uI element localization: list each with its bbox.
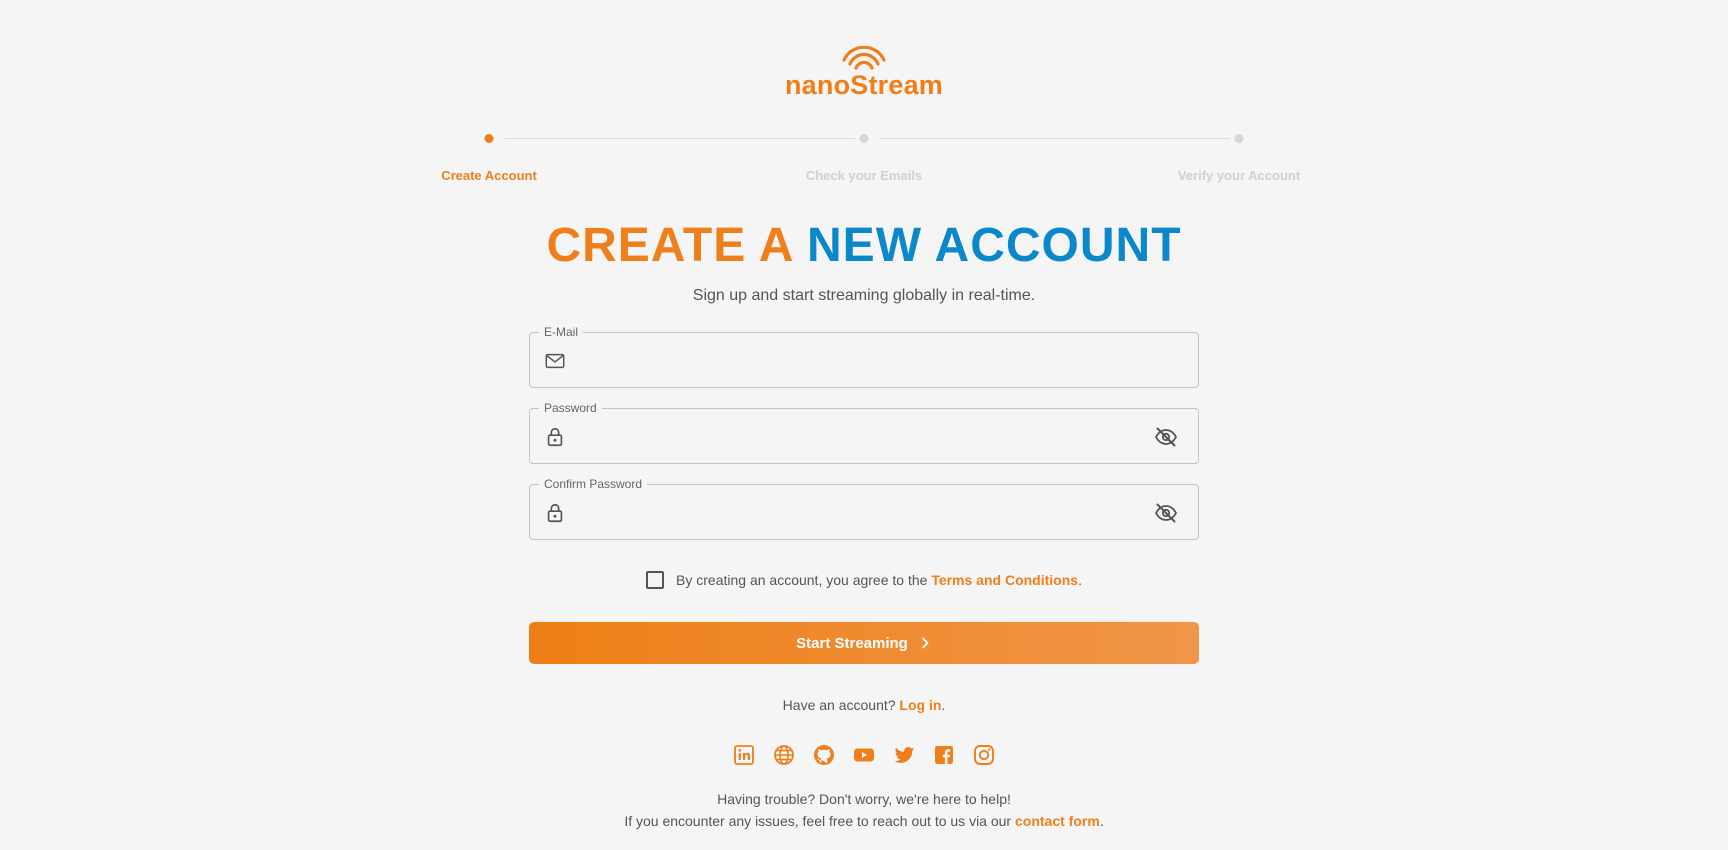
help-contact-prefix: If you encounter any issues, feel free t… <box>624 813 1015 829</box>
lock-icon <box>547 503 563 523</box>
password-input[interactable] <box>576 409 1136 463</box>
page-title-part2: NEW ACCOUNT <box>807 219 1182 272</box>
step-label-verify-account: Verify your Account <box>1177 168 1301 183</box>
brand-name: nanoStream <box>784 70 944 100</box>
signup-stepper: Create Account Check your Emails Verify … <box>0 128 1728 188</box>
terms-row: By creating an account, you agree to the… <box>0 571 1728 592</box>
start-streaming-button[interactable]: Start Streaming <box>529 622 1199 664</box>
confirm-password-input[interactable] <box>576 485 1136 539</box>
terms-prefix: By creating an account, you agree to the <box>676 572 932 588</box>
step-dot-check-emails <box>859 134 869 143</box>
page-subtitle: Sign up and start streaming globally in … <box>692 287 1036 304</box>
login-suffix: . <box>941 697 946 713</box>
twitter-icon[interactable] <box>892 743 916 767</box>
mail-icon <box>545 353 565 369</box>
login-prefix: Have an account? <box>782 697 900 713</box>
terms-link[interactable]: Terms and Conditions <box>931 572 1078 588</box>
step-connector <box>505 138 855 139</box>
step-label-create-account: Create Account <box>441 168 537 183</box>
help-contact-row: If you encounter any issues, feel free t… <box>0 813 1728 829</box>
social-links <box>0 743 1728 767</box>
email-input[interactable] <box>576 333 1136 387</box>
step-dot-verify-account <box>1234 134 1244 143</box>
brand-logo[interactable]: nanoStream <box>0 46 1728 101</box>
start-streaming-label: Start Streaming <box>796 634 908 652</box>
help-text: Having trouble? Don't worry, we're here … <box>717 791 1011 807</box>
signup-page: nanoStream Create Account Check your Ema… <box>0 0 1728 850</box>
page-title-part1: CREATE A <box>546 219 808 272</box>
chevron-right-icon <box>921 637 929 649</box>
login-link[interactable]: Log in <box>899 697 941 713</box>
facebook-icon[interactable] <box>932 743 956 767</box>
terms-suffix: . <box>1078 572 1082 588</box>
confirm-password-field[interactable]: Confirm Password <box>529 477 1199 540</box>
step-dot-create-account <box>484 134 494 143</box>
terms-checkbox[interactable] <box>646 571 665 589</box>
linkedin-icon[interactable] <box>732 743 756 767</box>
globe-icon[interactable] <box>772 743 796 767</box>
terms-text: By creating an account, you agree to the… <box>676 572 1082 588</box>
lock-icon <box>547 427 563 447</box>
password-field[interactable]: Password <box>529 401 1199 464</box>
signal-waves-icon <box>842 46 886 70</box>
eye-off-icon[interactable] <box>1154 425 1178 449</box>
email-field[interactable]: E-Mail <box>529 325 1199 388</box>
login-row: Have an account? Log in. <box>0 697 1728 713</box>
instagram-icon[interactable] <box>972 743 996 767</box>
page-title: CREATE A NEW ACCOUNT <box>0 218 1728 273</box>
github-icon[interactable] <box>812 743 836 767</box>
step-connector <box>880 138 1230 139</box>
youtube-icon[interactable] <box>852 743 876 767</box>
eye-off-icon[interactable] <box>1154 501 1178 525</box>
help-contact-suffix: . <box>1099 813 1104 829</box>
step-label-check-emails: Check your Emails <box>805 168 923 183</box>
contact-form-link[interactable]: contact form <box>1015 813 1100 829</box>
